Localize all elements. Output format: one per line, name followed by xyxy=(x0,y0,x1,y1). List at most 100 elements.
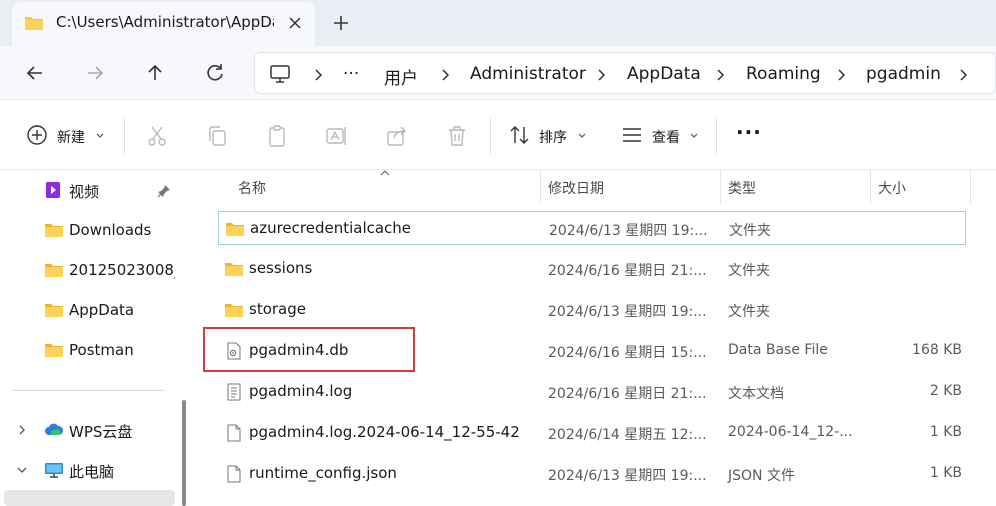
column-header-type[interactable]: 类型 xyxy=(721,170,870,204)
file-row[interactable]: sessions 2024/6/16 星期日 21:... 文件夹 xyxy=(218,252,966,286)
add-tab-icon[interactable] xyxy=(328,10,354,36)
chevron-right-icon[interactable] xyxy=(313,69,323,81)
cut-icon[interactable] xyxy=(145,124,169,148)
breadcrumb-item[interactable]: Administrator xyxy=(470,64,586,84)
file-size: 168 KB xyxy=(912,342,962,358)
sidebar-item-folder[interactable]: 20125023008_ xyxy=(0,252,175,288)
file-icon xyxy=(227,465,241,483)
sidebar-item-label: Postman xyxy=(69,341,134,359)
file-modified: 2024/6/14 星期五 12:... xyxy=(548,427,707,443)
view-list-icon xyxy=(623,128,641,142)
folder-icon xyxy=(45,344,63,357)
add-icon xyxy=(27,125,47,145)
column-header-label: 名称 xyxy=(238,181,266,197)
forward-icon[interactable] xyxy=(82,60,108,86)
share-icon[interactable] xyxy=(385,124,409,148)
chevron-down-icon xyxy=(96,133,104,138)
navigation-pane: 视频 Downloads 20125023008_ AppData Postma… xyxy=(0,170,186,506)
chevron-down-icon xyxy=(690,133,698,138)
computer-icon xyxy=(45,463,63,478)
sidebar-item-postman[interactable]: Postman xyxy=(0,332,175,368)
refresh-icon[interactable] xyxy=(202,60,228,86)
sidebar-item-label: 此电脑 xyxy=(69,463,115,481)
file-type: 文件夹 xyxy=(728,304,770,320)
folder-icon xyxy=(45,264,63,277)
command-bar: 新建 排序 查看 ··· xyxy=(0,100,996,170)
sidebar-item-label: 20125023008_ xyxy=(69,261,175,279)
file-size: 1 KB xyxy=(929,465,962,481)
more-options-button[interactable]: ··· xyxy=(736,120,762,144)
file-type: Data Base File xyxy=(728,342,828,358)
breadcrumb-item[interactable]: pgadmin xyxy=(866,64,941,84)
breadcrumb-item[interactable]: Roaming xyxy=(746,64,821,84)
paste-icon[interactable] xyxy=(265,124,289,148)
file-row[interactable]: pgadmin4.log.2024-06-14_12-55-42 2024/6/… xyxy=(218,416,966,450)
file-modified: 2024/6/16 星期日 15:... xyxy=(548,345,707,361)
chevron-right-icon[interactable] xyxy=(596,69,606,81)
tab-current[interactable]: C:\Users\Administrator\AppData xyxy=(12,2,315,46)
sidebar-item-selected[interactable] xyxy=(4,490,175,506)
close-icon[interactable] xyxy=(285,13,305,33)
sidebar-divider xyxy=(12,390,165,391)
sidebar-item-wps-cloud[interactable]: WPS云盘 xyxy=(0,412,175,448)
file-row[interactable]: storage 2024/6/13 星期四 19:... 文件夹 xyxy=(218,293,966,327)
sidebar-item-label: Downloads xyxy=(69,221,152,239)
column-header-modified[interactable]: 修改日期 xyxy=(541,170,720,204)
breadcrumb-item[interactable]: 用户 xyxy=(384,64,418,89)
up-icon[interactable] xyxy=(142,60,168,86)
chevron-down-icon[interactable] xyxy=(17,465,27,475)
chevron-right-icon[interactable] xyxy=(836,69,846,81)
cloud-icon xyxy=(45,423,64,435)
sidebar-item-this-pc[interactable]: 此电脑 xyxy=(0,452,175,488)
breadcrumb-item[interactable]: AppData xyxy=(627,64,701,84)
computer-icon[interactable] xyxy=(269,64,291,84)
text-file-icon xyxy=(227,383,241,401)
folder-icon xyxy=(45,304,63,317)
back-icon[interactable] xyxy=(22,60,48,86)
file-row[interactable]: runtime_config.json 2024/6/13 星期四 19:...… xyxy=(218,457,966,491)
file-size: 1 KB xyxy=(929,424,962,440)
chevron-right-icon[interactable] xyxy=(715,69,725,81)
view-button[interactable]: 查看 xyxy=(614,112,706,158)
column-divider[interactable] xyxy=(970,170,971,204)
column-header-size[interactable]: 大小 xyxy=(871,170,970,204)
folder-icon xyxy=(25,17,43,30)
copy-icon[interactable] xyxy=(205,124,229,148)
toolbar-divider xyxy=(490,118,491,154)
rename-icon[interactable] xyxy=(325,124,349,148)
file-icon xyxy=(227,424,241,442)
column-header-name[interactable]: 名称 xyxy=(196,170,540,204)
file-row[interactable]: azurecredentialcache 2024/6/13 星期四 19:..… xyxy=(218,211,966,245)
sidebar-item-videos[interactable]: 视频 xyxy=(0,172,175,208)
video-icon xyxy=(46,182,60,198)
column-header-label: 大小 xyxy=(878,181,906,197)
sidebar-item-downloads[interactable]: Downloads xyxy=(0,212,175,248)
chevron-right-icon[interactable] xyxy=(440,69,450,81)
file-name: runtime_config.json xyxy=(249,464,397,482)
file-row[interactable]: pgadmin4.log 2024/6/16 星期日 21:... 文本文档 2… xyxy=(218,375,966,409)
sort-button[interactable]: 排序 xyxy=(502,112,594,158)
chevron-down-icon xyxy=(578,133,586,138)
address-bar[interactable]: ··· 用户 Administrator AppData Roaming pga… xyxy=(254,52,996,94)
file-row[interactable]: pgadmin4.db 2024/6/16 星期日 15:... Data Ba… xyxy=(218,334,966,368)
file-modified: 2024/6/16 星期日 21:... xyxy=(548,263,707,279)
folder-icon xyxy=(226,223,244,236)
delete-icon[interactable] xyxy=(445,124,469,148)
file-modified: 2024/6/13 星期四 19:... xyxy=(548,468,707,484)
file-type: 2024-06-14_12-... xyxy=(728,424,853,440)
new-button[interactable]: 新建 xyxy=(18,112,110,158)
view-label: 查看 xyxy=(652,130,680,146)
sidebar-scrollbar[interactable] xyxy=(182,400,186,506)
sidebar-item-label: WPS云盘 xyxy=(69,423,133,441)
breadcrumb-more[interactable]: ··· xyxy=(343,64,359,84)
sidebar-item-appdata[interactable]: AppData xyxy=(0,292,175,328)
chevron-right-icon[interactable] xyxy=(958,69,968,81)
file-type: JSON 文件 xyxy=(728,468,795,484)
file-name: pgadmin4.db xyxy=(249,341,349,359)
file-modified: 2024/6/16 星期日 21:... xyxy=(548,386,707,402)
chevron-right-icon[interactable] xyxy=(17,425,27,435)
toolbar-divider xyxy=(124,118,125,154)
toolbar-divider xyxy=(716,118,717,154)
pin-icon[interactable] xyxy=(157,184,171,198)
file-type: 文本文档 xyxy=(728,386,784,402)
